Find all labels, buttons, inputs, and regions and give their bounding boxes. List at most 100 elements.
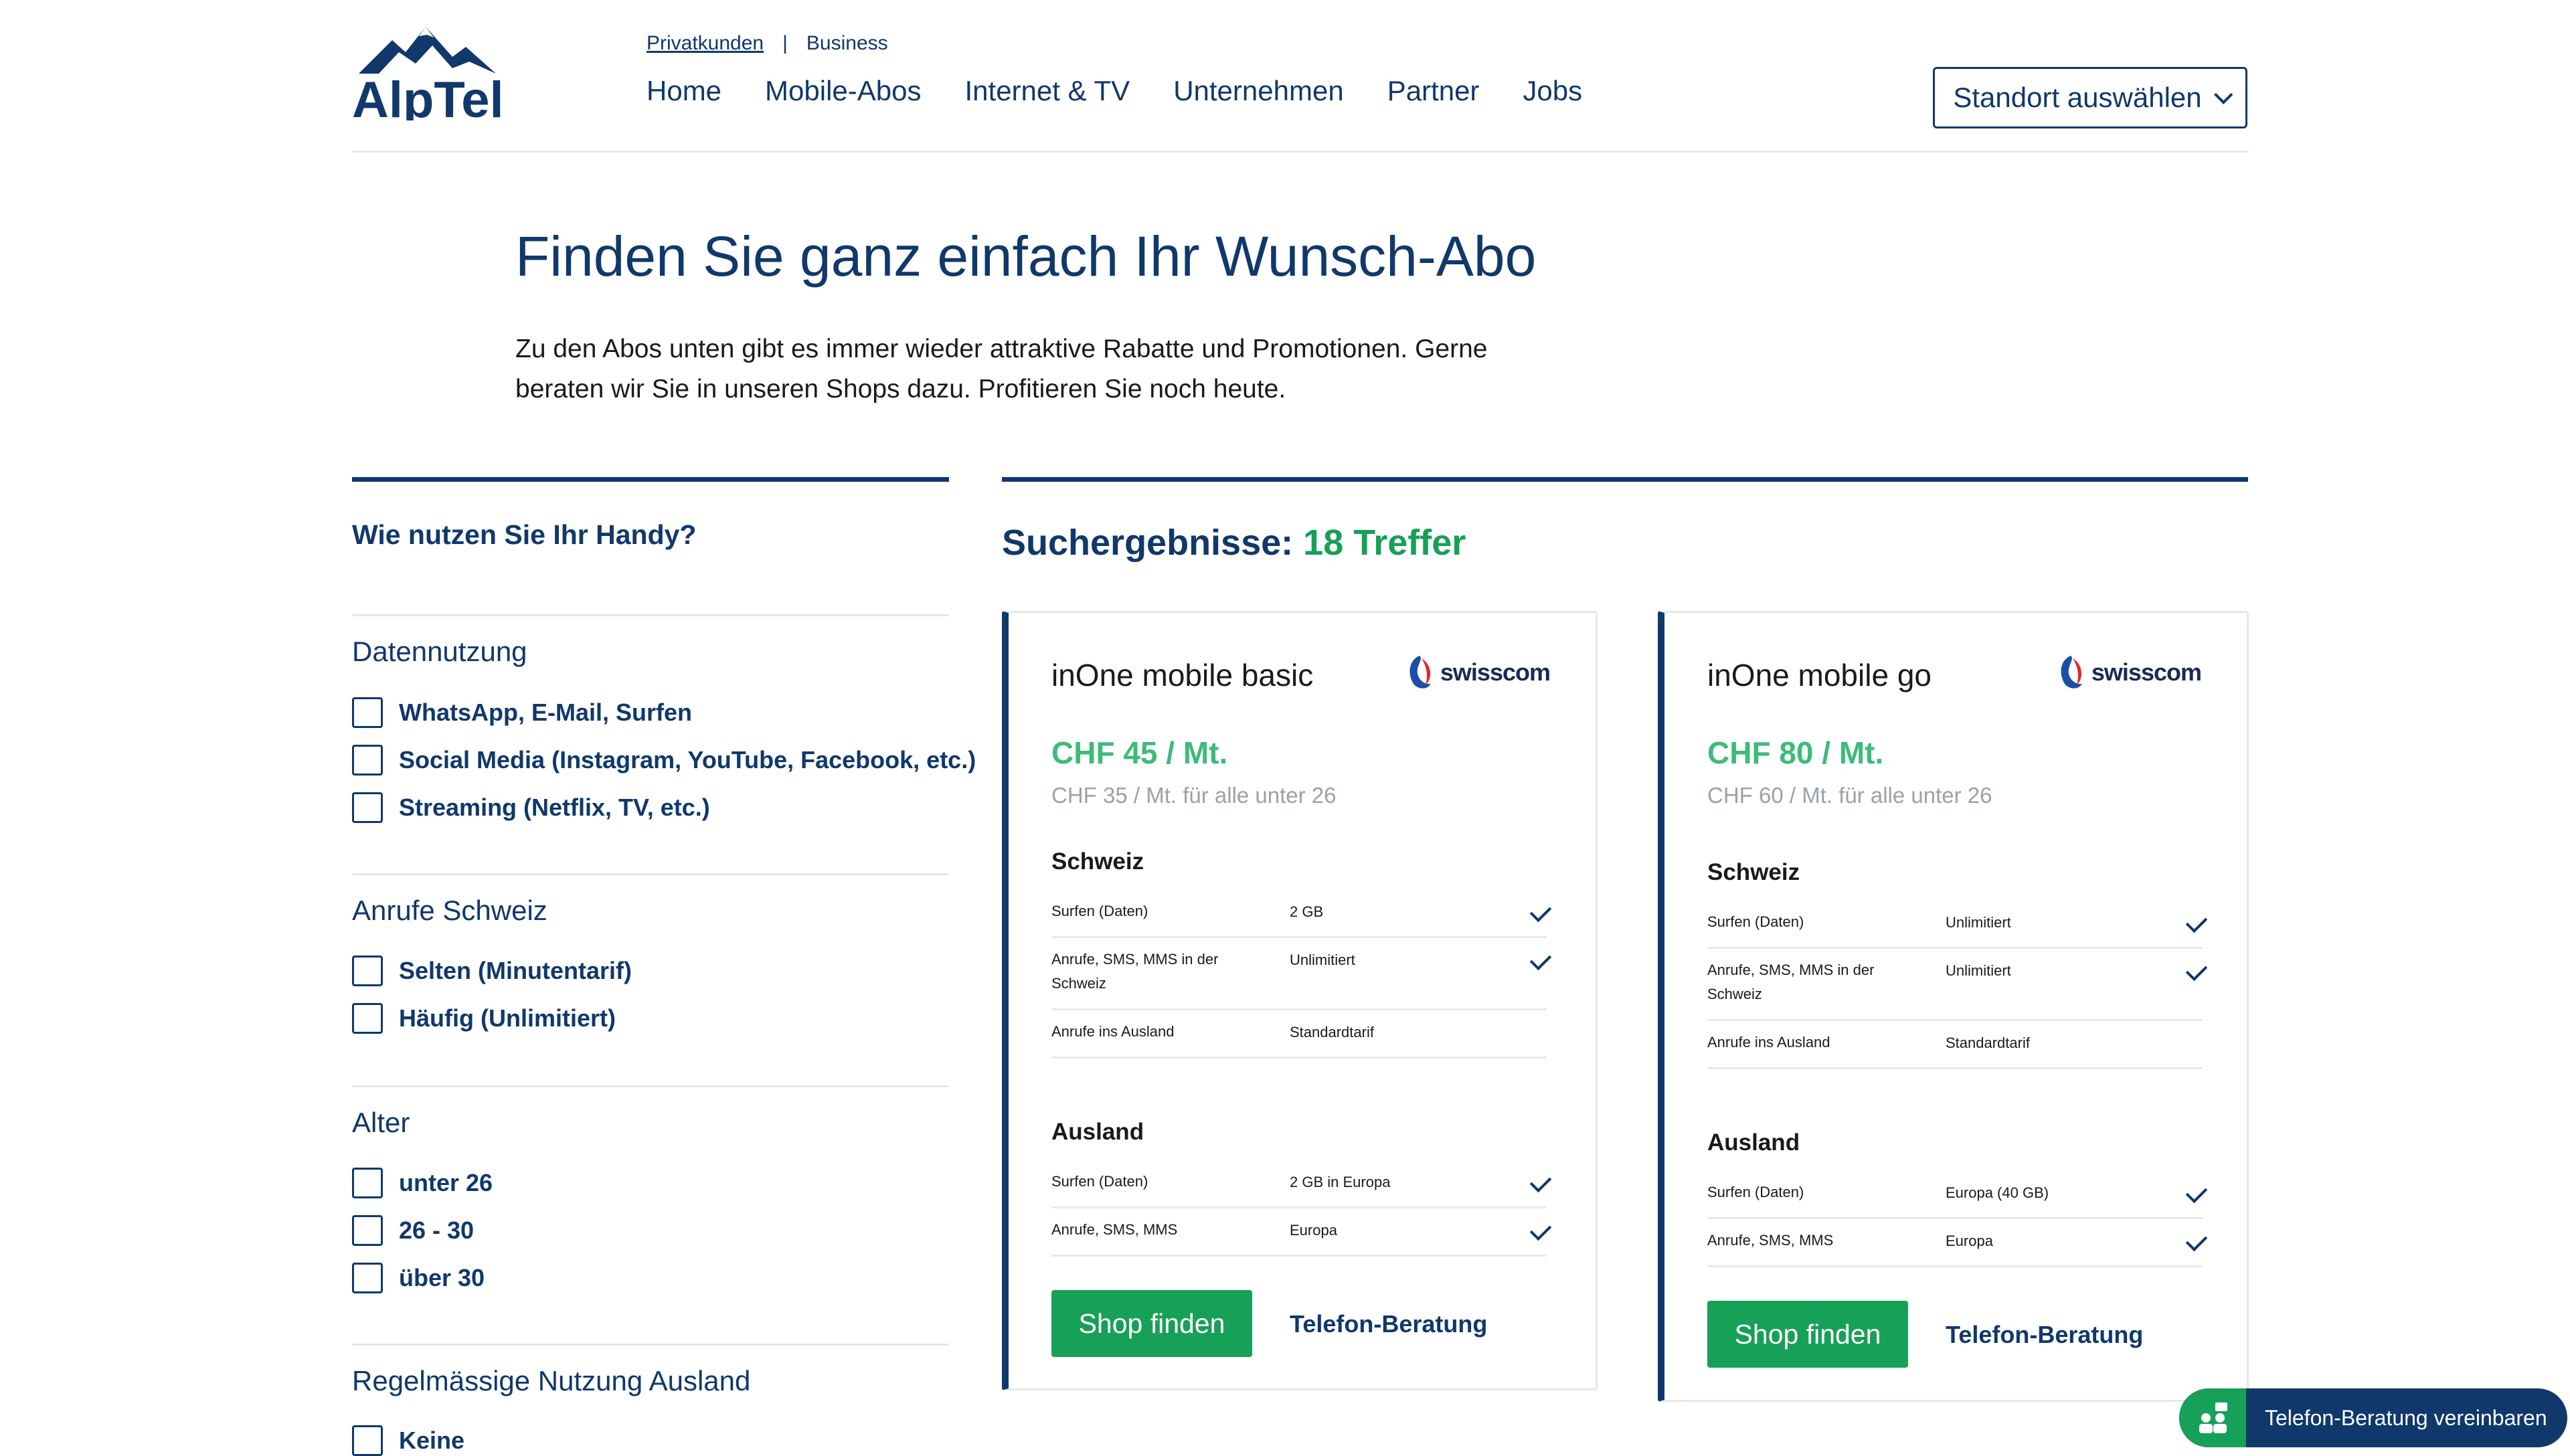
feature-row: Anrufe ins Ausland Standardtarif (1051, 1010, 1547, 1059)
feature-row: Anrufe, SMS, MMS Europa (1707, 1219, 2208, 1267)
filter-group-title-datennutzung: Datennutzung (352, 636, 527, 667)
product-price: CHF 80 / Mt. (1707, 735, 1884, 770)
alptel-logo[interactable]: AlpTel (352, 27, 539, 128)
feature-key: Anrufe, SMS, MMS (1707, 1232, 1834, 1249)
cta-icon-wrap (2179, 1388, 2246, 1447)
filter-option-label: Selten (Minutentarif) (399, 957, 632, 984)
provider-logo: swisscom (1404, 654, 1551, 691)
filter-option[interactable]: WhatsApp, E-Mail, Surfen (352, 697, 692, 728)
checkbox[interactable] (352, 1425, 383, 1456)
check-icon (2185, 1229, 2208, 1252)
people-phone-icon (2199, 1402, 2227, 1433)
filter-divider (352, 614, 949, 616)
filter-option-label: WhatsApp, E-Mail, Surfen (399, 699, 693, 726)
feature-row: Surfen (Daten) 2 GB (1051, 890, 1552, 938)
feature-value: Standardtarif (1290, 1024, 1374, 1040)
page-title: Finden Sie ganz einfach Ihr Wunsch-Abo (515, 225, 1537, 288)
feature-value: Standardtarif (1946, 1034, 2030, 1051)
filter-question: Wie nutzen Sie Ihr Handy? (352, 519, 697, 550)
feature-key: Surfen (Daten) (1707, 913, 1804, 930)
main-nav: Home Mobile-Abos Internet & TV Unternehm… (647, 75, 1626, 107)
telefon-beratung-link[interactable]: Telefon-Beratung (1946, 1321, 2143, 1349)
checkbox[interactable] (352, 955, 383, 986)
feature-key: Surfen (Daten) (1051, 903, 1148, 919)
checkbox[interactable] (352, 1003, 383, 1034)
nav-partner[interactable]: Partner (1387, 75, 1480, 107)
feature-row: Anrufe ins Ausland Standardtarif (1707, 1021, 2203, 1069)
filter-divider (352, 873, 949, 875)
top-link-business[interactable]: Business (806, 32, 888, 55)
filter-option-label: über 30 (399, 1264, 485, 1291)
feature-row: Anrufe, SMS, MMS in der Schweiz Unlimiti… (1051, 938, 1552, 1010)
checkbox[interactable] (352, 1168, 383, 1198)
product-name: inOne mobile basic (1051, 658, 1314, 693)
telefon-beratung-link[interactable]: Telefon-Beratung (1290, 1310, 1487, 1338)
header-divider (352, 151, 2249, 153)
results-count: 18 Treffer (1303, 523, 1466, 563)
checkbox[interactable] (352, 745, 383, 776)
location-select-label: Standort auswählen (1953, 82, 2202, 113)
checkbox[interactable] (352, 697, 383, 728)
youth-price: CHF 60 / Mt. für alle unter 26 (1707, 783, 1992, 808)
swisscom-logo-icon (2061, 656, 2082, 689)
feature-row: Surfen (Daten) 2 GB in Europa (1051, 1160, 1552, 1208)
feature-value: Unlimitiert (1946, 962, 2011, 979)
nav-jobs[interactable]: Jobs (1523, 75, 1582, 107)
feature-row: Surfen (Daten) Unlimitiert (1707, 901, 2208, 949)
check-icon (1529, 900, 1552, 923)
filter-option-label: Social Media (Instagram, YouTube, Facebo… (399, 746, 976, 774)
nav-mobile-abos[interactable]: Mobile-Abos (765, 75, 921, 107)
checkbox[interactable] (352, 792, 383, 823)
filter-group-title-alter: Alter (352, 1107, 410, 1138)
filter-option-label: 26 - 30 (399, 1216, 475, 1244)
filter-option[interactable]: Streaming (Netflix, TV, etc.) (352, 792, 710, 823)
top-link-privatkunden[interactable]: Privatkunden (647, 32, 764, 55)
filter-option[interactable]: Häufig (Unlimitiert) (352, 1003, 616, 1034)
filter-option[interactable]: unter 26 (352, 1168, 493, 1198)
location-select-button[interactable]: Standort auswählen (1933, 67, 2247, 128)
telefon-beratung-cta[interactable]: Telefon-Beratung vereinbaren (2179, 1388, 2567, 1447)
checkbox[interactable] (352, 1215, 383, 1246)
section-title-ausland: Ausland (1051, 1119, 1144, 1145)
top-links: Privatkunden | Business (647, 32, 888, 55)
feature-key: Anrufe, SMS, MMS in der Schweiz (1051, 951, 1219, 992)
provider-name: swisscom (1440, 658, 1551, 686)
check-icon (1529, 1170, 1552, 1193)
filter-option[interactable]: über 30 (352, 1263, 485, 1293)
check-icon (1529, 1218, 1552, 1241)
nav-home[interactable]: Home (647, 75, 721, 107)
filter-divider (352, 1085, 949, 1087)
check-icon (2185, 911, 2208, 933)
product-card: inOne mobile go swisscom CHF 80 / Mt. CH… (1658, 611, 2249, 1402)
filter-option-label: Streaming (Netflix, TV, etc.) (399, 794, 710, 821)
filter-divider (352, 1344, 949, 1346)
filter-option[interactable]: Social Media (Instagram, YouTube, Facebo… (352, 745, 976, 776)
nav-unternehmen[interactable]: Unternehmen (1173, 75, 1343, 107)
checkbox[interactable] (352, 1263, 383, 1293)
feature-row: Anrufe, SMS, MMS Europa (1051, 1208, 1552, 1257)
filter-option[interactable]: 26 - 30 (352, 1215, 474, 1246)
shop-finden-button[interactable]: Shop finden (1051, 1290, 1252, 1357)
swisscom-logo-icon (1409, 656, 1431, 689)
section-title-schweiz: Schweiz (1707, 859, 1800, 885)
results-heading: Suchergebnisse: 18 Treffer (1002, 522, 1466, 563)
feature-value: 2 GB (1290, 903, 1324, 920)
filter-option[interactable]: Keine (352, 1425, 464, 1456)
check-icon (2185, 1181, 2208, 1204)
section-title-schweiz: Schweiz (1051, 848, 1144, 875)
cta-label: Telefon-Beratung vereinbaren (2265, 1405, 2547, 1430)
shop-finden-button[interactable]: Shop finden (1707, 1301, 1908, 1368)
filter-option[interactable]: Selten (Minutentarif) (352, 955, 632, 986)
nav-internet-tv[interactable]: Internet & TV (965, 75, 1130, 107)
top-link-separator: | (782, 32, 788, 54)
mountain-logo-icon: AlpTel (352, 27, 504, 128)
logo-text: AlpTel (352, 72, 504, 120)
check-icon (1529, 948, 1552, 971)
filter-option-label: Keine (399, 1427, 465, 1454)
feature-row: Surfen (Daten) Europa (40 GB) (1707, 1171, 2208, 1219)
feature-key: Anrufe ins Ausland (1707, 1034, 1830, 1051)
results-label: Suchergebnisse: (1002, 523, 1294, 563)
feature-value: 2 GB in Europa (1290, 1174, 1391, 1190)
feature-key: Anrufe, SMS, MMS in der Schweiz (1707, 962, 1875, 1002)
intro-text: Zu den Abos unten gibt es immer wieder a… (515, 335, 1488, 403)
